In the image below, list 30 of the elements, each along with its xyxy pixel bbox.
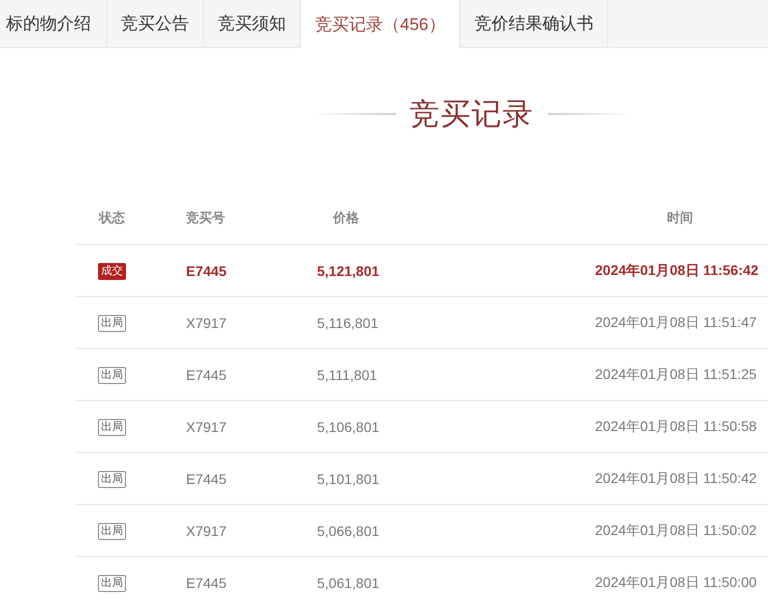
table-cell: 2024年01月08日 11:50:02 bbox=[595, 522, 757, 540]
status-badge: 出局 bbox=[98, 367, 126, 384]
table-cell: 2024年01月08日 11:50:42 bbox=[595, 470, 757, 488]
table-cell: 2024年01月08日 11:56:42 bbox=[595, 262, 758, 280]
table-cell-text: 5,101,801 bbox=[317, 470, 380, 486]
tab[interactable]: 标的物介绍 bbox=[0, 0, 107, 47]
status-badge: 成交 bbox=[98, 263, 126, 280]
table-cell: 2024年01月08日 11:50:58 bbox=[595, 418, 757, 436]
table-cell-text: 5,116,801 bbox=[317, 314, 380, 330]
status-badge: 出局 bbox=[98, 471, 126, 488]
tab[interactable]: 竞买公告 bbox=[107, 0, 204, 47]
table-cell-text: 5,066,801 bbox=[317, 522, 380, 538]
table-cell-text: 5,061,801 bbox=[317, 574, 380, 590]
table-cell: 2024年01月08日 11:51:25 bbox=[595, 366, 757, 384]
column-header: 时间 bbox=[667, 209, 693, 227]
status-badge: 出局 bbox=[98, 419, 126, 436]
table-cell: 2024年01月08日 11:50:00 bbox=[595, 574, 757, 592]
column-header: 竞买号 bbox=[185, 209, 226, 227]
table-cell-text: 5,106,801 bbox=[317, 418, 380, 434]
tab[interactable]: 竞买记录（456） bbox=[301, 0, 460, 48]
status-badge: 出局 bbox=[98, 575, 126, 592]
status-badge: 出局 bbox=[98, 315, 126, 332]
column-header: 状态 bbox=[97, 209, 126, 227]
table-cell-text: 5,111,801 bbox=[317, 366, 378, 382]
column-header: 价格 bbox=[333, 209, 360, 227]
status-badge: 出局 bbox=[98, 523, 126, 540]
table-cell-text: 5,121,801 bbox=[317, 262, 380, 278]
tab[interactable]: 竞价结果确认书 bbox=[460, 0, 608, 47]
section-title: 竞买记录 bbox=[410, 96, 534, 132]
table-cell: 2024年01月08日 11:51:47 bbox=[595, 314, 757, 332]
